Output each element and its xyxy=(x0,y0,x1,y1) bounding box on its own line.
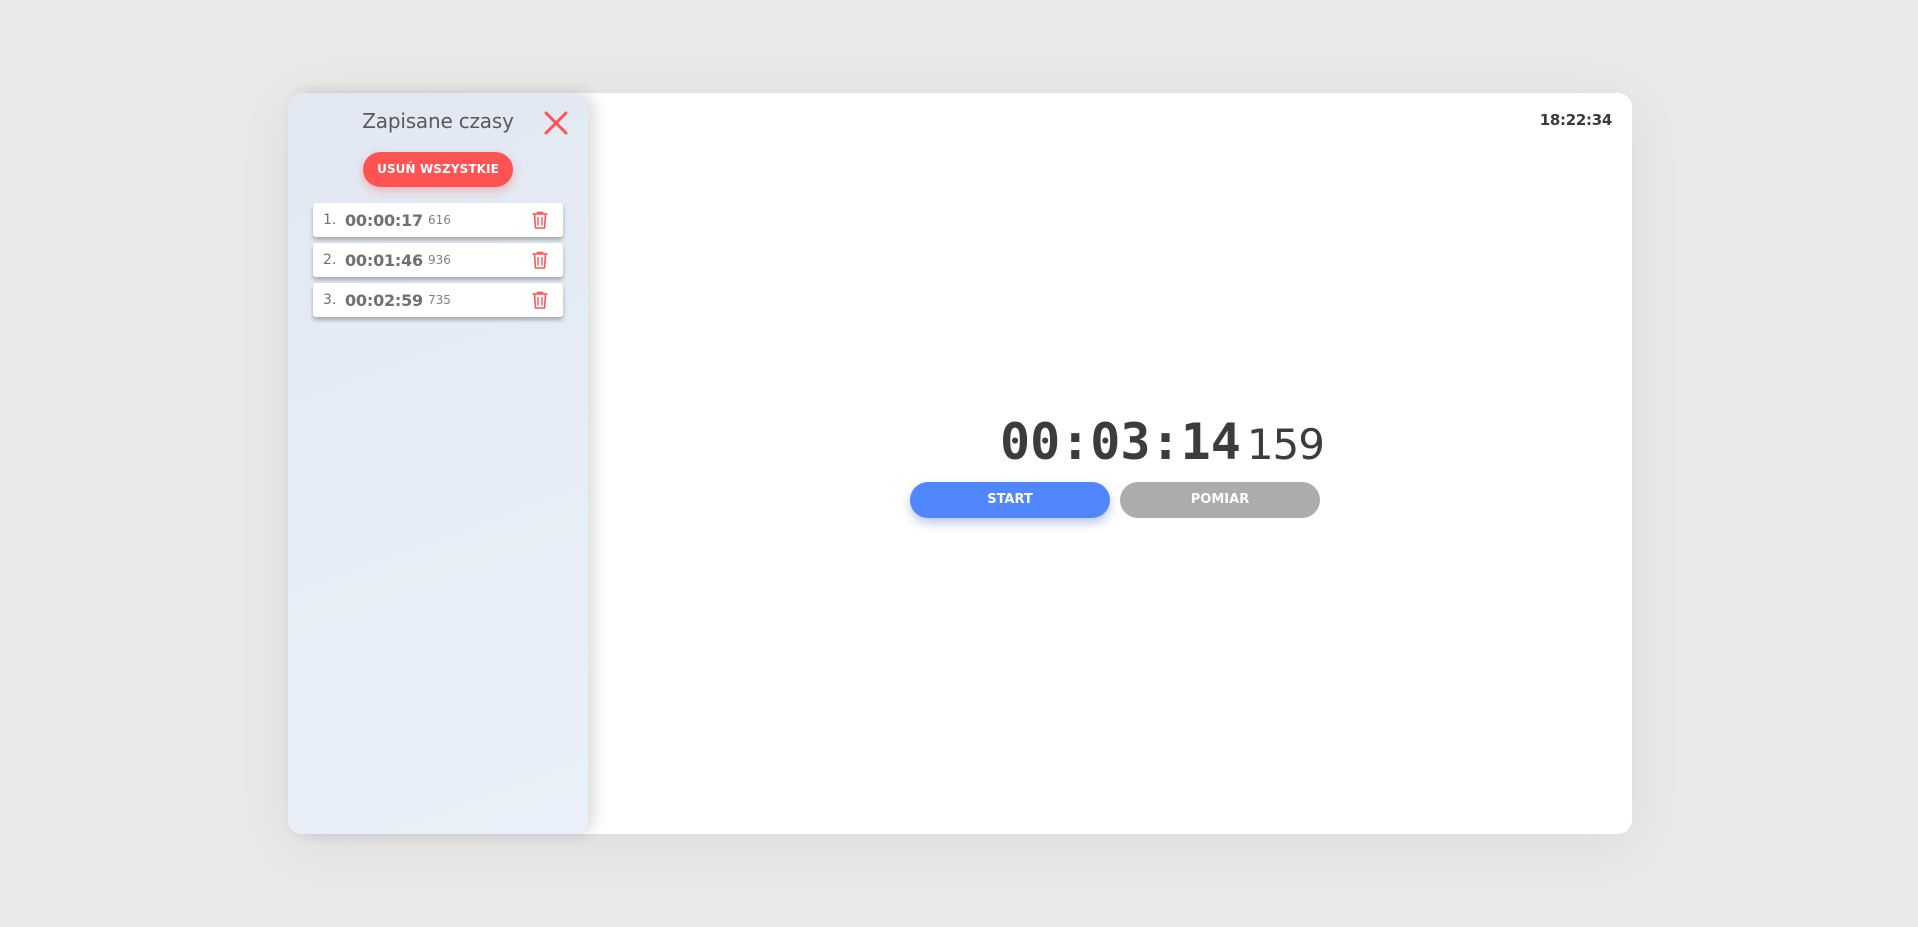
saved-time-ms: 616 xyxy=(428,213,451,227)
list-item: 1. 00:00:17 616 xyxy=(313,203,563,237)
saved-times-list: 1. 00:00:17 616 2. 00:01:46 936 3. 00:02… xyxy=(313,203,563,323)
trash-icon[interactable] xyxy=(531,210,549,230)
time-index: 1. xyxy=(323,212,337,228)
list-item: 3. 00:02:59 735 xyxy=(313,283,563,317)
saved-time-ms: 735 xyxy=(428,293,451,307)
time-index: 3. xyxy=(323,292,337,308)
saved-time: 00:02:59 xyxy=(345,290,423,310)
measure-button[interactable]: POMIAR xyxy=(1120,482,1320,518)
trash-icon[interactable] xyxy=(531,290,549,310)
time-index: 2. xyxy=(323,252,337,268)
delete-all-button[interactable]: USUŃ WSZYSTKIE xyxy=(363,152,513,187)
stopwatch-display: 00:03:14 159 xyxy=(1000,413,1325,471)
saved-time: 00:01:46 xyxy=(345,250,423,270)
saved-time: 00:00:17 xyxy=(345,210,423,230)
timer-ms: 159 xyxy=(1246,420,1325,469)
trash-icon[interactable] xyxy=(531,250,549,270)
timer-main: 00:03:14 xyxy=(1000,413,1241,471)
current-clock: 18:22:34 xyxy=(1539,111,1613,129)
stopwatch-app: Zapisane czasy USUŃ WSZYSTKIE 1. 00:00:1… xyxy=(288,93,1632,834)
saved-times-sidebar: Zapisane czasy USUŃ WSZYSTKIE 1. 00:00:1… xyxy=(288,93,588,834)
list-item: 2. 00:01:46 936 xyxy=(313,243,563,277)
saved-time-ms: 936 xyxy=(428,253,451,267)
close-icon[interactable] xyxy=(542,109,570,137)
start-button[interactable]: START xyxy=(910,482,1110,518)
